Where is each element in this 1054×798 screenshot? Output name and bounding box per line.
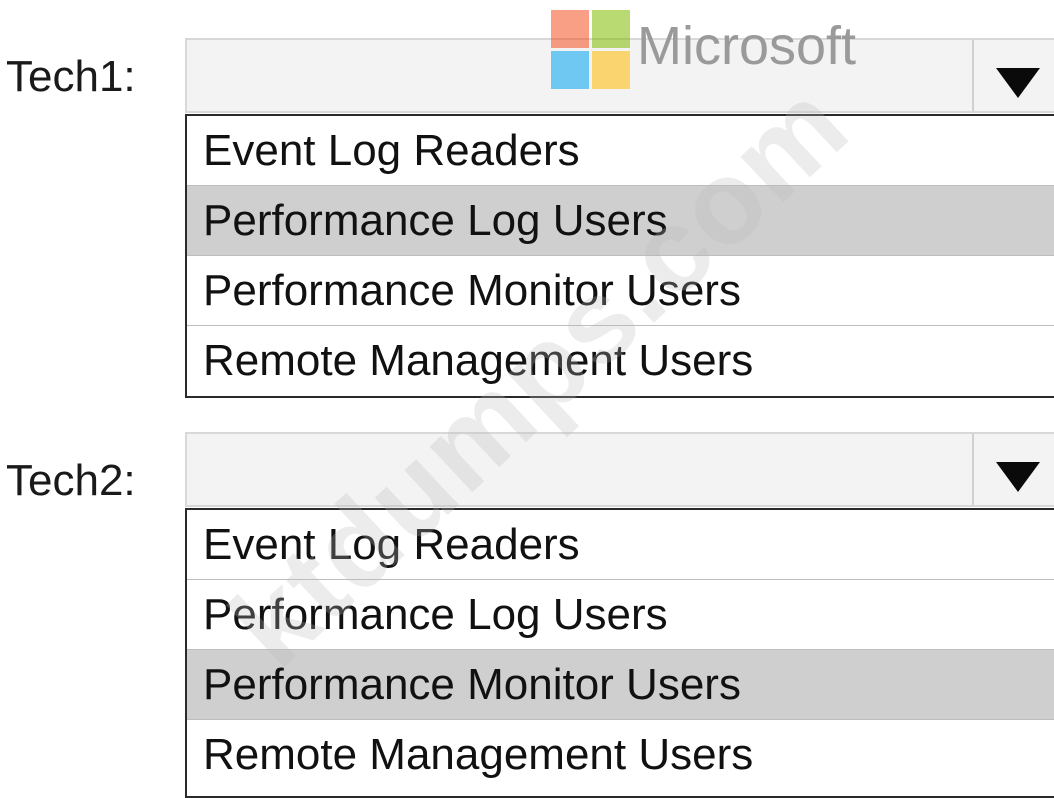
tech1-label: Tech1: [6,52,136,101]
tech2-option-performance-log-users[interactable]: Performance Log Users [187,580,1054,650]
tech2-option-performance-monitor-users[interactable]: Performance Monitor Users [187,650,1054,720]
tech2-dropdown-toggle[interactable] [972,434,1054,505]
tech2-option-list: Event Log Readers Performance Log Users … [185,508,1054,798]
tech1-option-remote-management-users[interactable]: Remote Management Users [187,326,1054,396]
tech2-option-remote-management-users[interactable]: Remote Management Users [187,720,1054,790]
tech2-option-event-log-readers[interactable]: Event Log Readers [187,510,1054,580]
tech2-label: Tech2: [6,456,136,505]
tech1-option-event-log-readers[interactable]: Event Log Readers [187,116,1054,186]
tech1-dropdown-toggle[interactable] [972,40,1054,111]
tech1-option-performance-monitor-users[interactable]: Performance Monitor Users [187,256,1054,326]
chevron-down-icon [996,462,1040,492]
tech1-dropdown[interactable] [185,38,1054,113]
tech1-option-performance-log-users[interactable]: Performance Log Users [187,186,1054,256]
tech1-option-list: Event Log Readers Performance Log Users … [185,114,1054,398]
tech2-dropdown[interactable] [185,432,1054,507]
chevron-down-icon [996,68,1040,98]
